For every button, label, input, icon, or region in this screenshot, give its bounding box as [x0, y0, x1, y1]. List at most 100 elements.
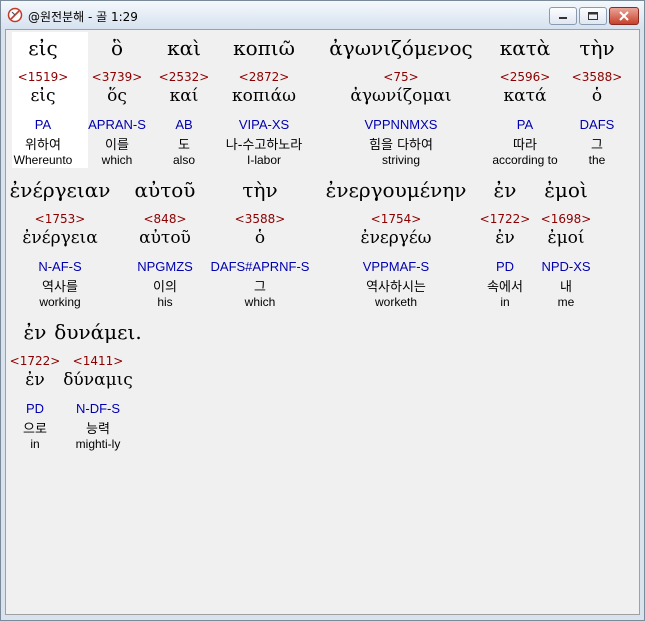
korean-gloss: 그	[254, 280, 266, 295]
english-gloss: his	[157, 295, 173, 309]
lemma: δύναμις	[63, 370, 133, 390]
korean-gloss: 으로	[23, 422, 47, 437]
lemma: καί	[169, 86, 199, 106]
maximize-button[interactable]	[579, 7, 607, 25]
close-icon	[619, 11, 629, 21]
title-bar[interactable]: @원전분해 - 골 1:29	[1, 1, 644, 29]
strong-number[interactable]: <1722>	[10, 354, 61, 368]
parse-code: PD	[25, 401, 45, 416]
strong-number[interactable]: <3739>	[92, 70, 143, 84]
lemma: ἀγωνίζομαι	[350, 86, 452, 106]
parse-code: PA	[516, 117, 534, 132]
lemma: κοπιάω	[231, 86, 297, 106]
parse-code: N-DF-S	[75, 401, 121, 416]
greek-word: ἀγωνιζόμενος	[329, 36, 473, 60]
greek-word: ἐνέργειαν	[9, 178, 111, 202]
lemma: ἐν	[495, 228, 515, 248]
greek-word: τὴν	[579, 36, 615, 60]
lemma: ὅς	[107, 86, 127, 106]
parsing-panel[interactable]: εἰς <1519> εἰς PA 위하여 Whereunto ὃ <3739> ὅς APRAN…	[5, 29, 640, 615]
parse-code: PD	[495, 259, 515, 274]
strong-number[interactable]: <1722>	[480, 212, 531, 226]
lemma: εἰς	[30, 86, 56, 106]
lemma: ἐν	[25, 370, 45, 390]
parse-code: NPGMZS	[137, 259, 193, 274]
app-window: @원전분해 - 골 1:29 εἰς <1519> εἰς PA 위하여 Whereunt…	[0, 0, 645, 621]
english-gloss: striving	[381, 153, 421, 167]
strong-number[interactable]: <1753>	[35, 212, 86, 226]
korean-gloss: 역사를	[42, 280, 78, 295]
greek-word: τὴν	[242, 178, 278, 202]
minimize-icon	[559, 17, 567, 19]
english-gloss: me	[557, 295, 575, 309]
english-gloss: in	[500, 295, 510, 309]
korean-gloss: 나-수고하노라	[225, 138, 303, 153]
english-gloss: according to	[492, 153, 558, 167]
korean-gloss: 따라	[513, 138, 537, 153]
korean-gloss: 도	[178, 138, 190, 153]
english-gloss: which	[101, 153, 133, 167]
korean-gloss: 그	[591, 138, 603, 153]
korean-gloss: 역사하시는	[366, 280, 426, 295]
korean-gloss: 위하여	[25, 138, 61, 153]
parse-code: DAFS	[579, 117, 615, 132]
korean-gloss: 내	[560, 280, 572, 295]
korean-gloss: 힘을 다하여	[369, 138, 433, 153]
strong-number[interactable]: <1698>	[541, 212, 592, 226]
strong-number[interactable]: <3588>	[572, 70, 623, 84]
greek-word: ἐν	[493, 178, 517, 202]
english-gloss: the	[588, 153, 606, 167]
english-gloss: working	[39, 295, 81, 309]
lemma: ἐνέργεια	[22, 228, 98, 248]
strong-number[interactable]: <848>	[143, 212, 186, 226]
english-gloss: I-labor	[246, 153, 282, 167]
korean-gloss: 속에서	[487, 280, 523, 295]
parse-code: NPD-XS	[541, 259, 591, 274]
strong-number[interactable]: <2872>	[239, 70, 290, 84]
strong-number[interactable]: <1519>	[18, 70, 69, 84]
strong-number[interactable]: <1411>	[73, 354, 124, 368]
parse-code: VIPA-XS	[238, 117, 290, 132]
english-gloss: Whereunto	[13, 153, 73, 167]
app-icon	[7, 7, 23, 23]
greek-word: κατὰ	[499, 36, 551, 60]
greek-word: ἐνεργουμένην	[325, 178, 467, 202]
minimize-button[interactable]	[549, 7, 577, 25]
english-gloss: in	[30, 437, 40, 451]
parse-code: N-AF-S	[38, 259, 82, 274]
english-gloss: worketh	[374, 295, 418, 309]
lemma: κατά	[503, 86, 547, 106]
parse-code: AB	[175, 117, 193, 132]
lemma: ἐμοί	[547, 228, 585, 248]
english-gloss: mighti-ly	[75, 437, 121, 451]
window-title: @원전분해 - 골 1:29	[28, 10, 138, 24]
english-gloss: also	[172, 153, 196, 167]
parse-code: PA	[34, 117, 52, 132]
english-gloss: which	[244, 295, 276, 309]
parse-code: APRAN-S	[88, 117, 146, 132]
greek-word: κοπιῶ	[233, 36, 295, 60]
strong-number[interactable]: <2596>	[500, 70, 551, 84]
close-button[interactable]	[609, 7, 639, 25]
korean-gloss: 이의	[153, 280, 177, 295]
strong-number[interactable]: <75>	[383, 70, 418, 84]
lemma: αὐτοῦ	[139, 228, 191, 248]
lemma: ὁ	[254, 228, 266, 248]
strong-number[interactable]: <1754>	[371, 212, 422, 226]
strong-number[interactable]: <2532>	[159, 70, 210, 84]
greek-word: καὶ	[167, 36, 201, 60]
greek-word: δυνάμει.	[54, 320, 142, 344]
korean-gloss: 이를	[105, 138, 129, 153]
greek-word: αὐτοῦ	[134, 178, 196, 202]
parse-code: VPPMAF-S	[362, 259, 430, 274]
greek-word: ἐμοὶ	[544, 178, 588, 202]
lemma: ὁ	[591, 86, 603, 106]
greek-word: εἰς	[28, 36, 58, 60]
maximize-icon	[588, 12, 598, 20]
lemma: ἐνεργέω	[360, 228, 432, 248]
greek-word: ὃ	[110, 36, 124, 60]
greek-word: ἐν	[23, 320, 47, 344]
parse-code: DAFS#APRNF-S	[210, 259, 310, 274]
korean-gloss: 능력	[86, 422, 110, 437]
strong-number[interactable]: <3588>	[235, 212, 286, 226]
